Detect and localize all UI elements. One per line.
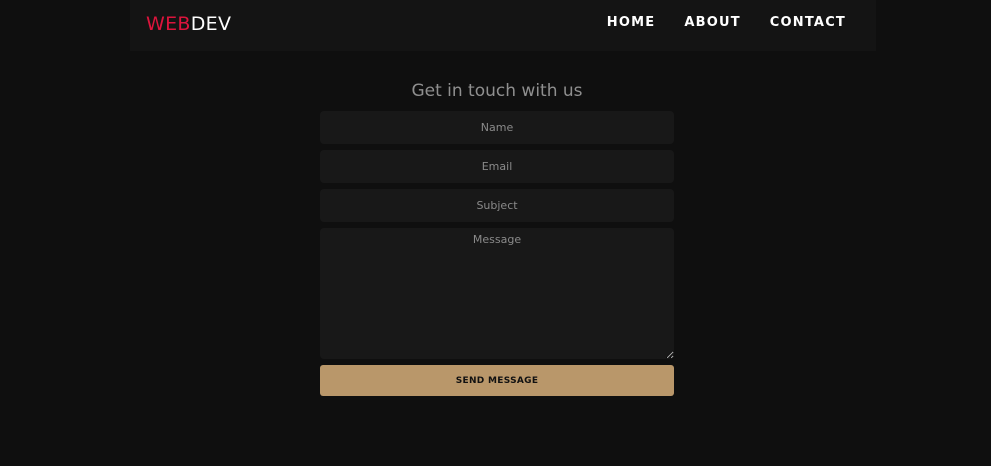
nav-link-home[interactable]: HOME [607, 14, 656, 32]
email-input[interactable] [320, 150, 674, 183]
logo-text-web: WEB [146, 13, 191, 35]
logo-text-dev: DEV [190, 13, 232, 35]
send-message-button[interactable]: SEND MESSAGE [320, 365, 674, 396]
subject-input[interactable] [320, 189, 674, 222]
contact-form-title: Get in touch with us [411, 81, 583, 101]
name-input[interactable] [320, 111, 674, 144]
site-logo[interactable]: WEBDEV [146, 12, 231, 36]
navbar: WEBDEV HOME ABOUT CONTACT [130, 0, 876, 51]
nav-link-about[interactable]: ABOUT [684, 14, 740, 32]
nav-link-contact[interactable]: CONTACT [770, 14, 846, 32]
message-textarea[interactable] [320, 228, 674, 359]
main-nav: HOME ABOUT CONTACT [607, 14, 846, 32]
